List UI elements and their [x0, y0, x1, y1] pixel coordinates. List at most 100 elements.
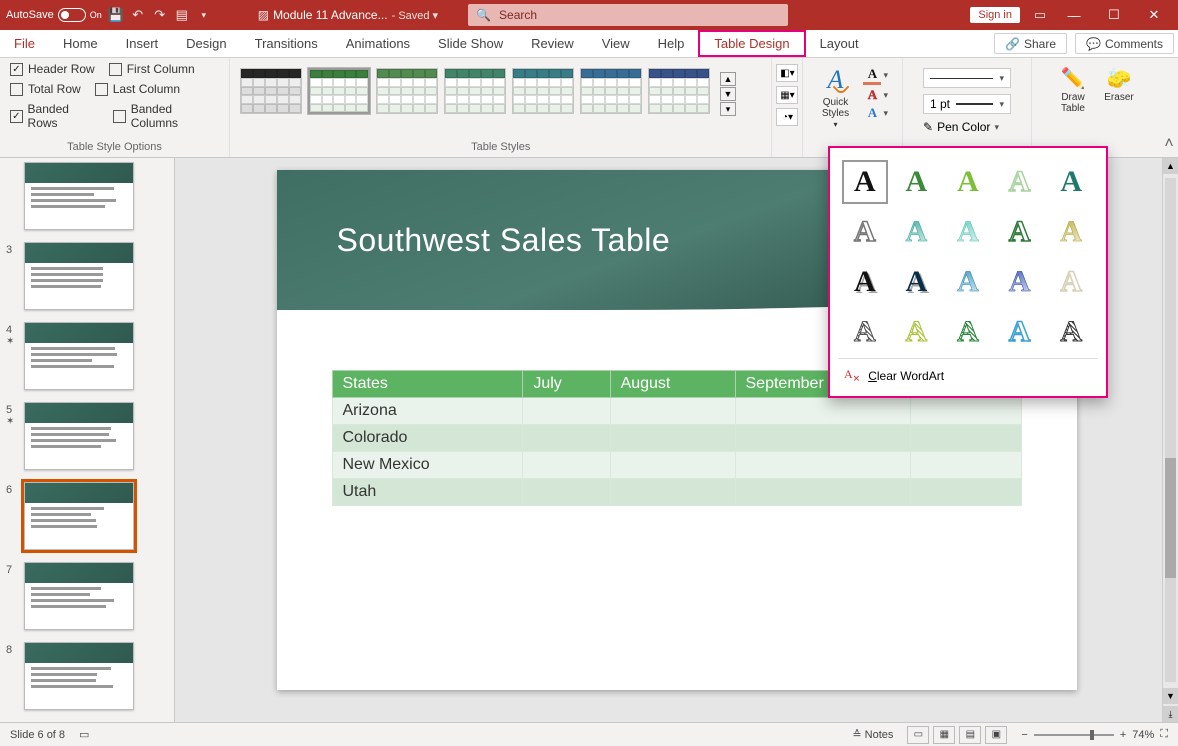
gallery-scroll[interactable]: ▲: [720, 72, 736, 86]
ribbon-display-icon[interactable]: ▭: [1032, 7, 1048, 23]
gallery-scroll[interactable]: ▾: [720, 102, 736, 116]
vertical-scrollbar[interactable]: ▲ ▼ ⤓: [1162, 158, 1178, 722]
quick-styles-button[interactable]: A Quick Styles ▾: [813, 62, 857, 129]
tab-animations[interactable]: Animations: [332, 30, 424, 57]
minimize-button[interactable]: —: [1060, 1, 1088, 29]
zoom-in-button[interactable]: +: [1120, 729, 1126, 741]
text-effects-button[interactable]: A▾: [863, 105, 888, 121]
wordart-style-14[interactable]: A: [1048, 260, 1094, 304]
chk-banded-rows[interactable]: ✓Banded Rows: [10, 102, 99, 130]
wordart-style-2[interactable]: A: [945, 160, 991, 204]
from-beginning-icon[interactable]: ▤: [174, 7, 190, 23]
wordart-style-7[interactable]: A: [945, 210, 991, 254]
wordart-style-0[interactable]: A: [842, 160, 888, 204]
tab-help[interactable]: Help: [644, 30, 699, 57]
slideshow-view-button[interactable]: ▣: [985, 726, 1007, 744]
table-style-5[interactable]: [580, 68, 642, 114]
tab-review[interactable]: Review: [517, 30, 588, 57]
slide-thumb-6[interactable]: [24, 482, 134, 550]
chk-banded-columns[interactable]: Banded Columns: [113, 102, 219, 130]
effects-button[interactable]: ◔▾: [776, 108, 798, 126]
clear-wordart-button[interactable]: A✕ Clear WordArt: [838, 358, 1098, 388]
slide-thumb-4[interactable]: [24, 322, 134, 390]
collapse-ribbon-button[interactable]: ˄: [1160, 58, 1178, 157]
chk-header-row[interactable]: ✓Header Row: [10, 62, 95, 76]
chk-last-column[interactable]: Last Column: [95, 82, 180, 96]
normal-view-button[interactable]: ▭: [907, 726, 929, 744]
wordart-style-15[interactable]: A: [842, 310, 888, 354]
tab-home[interactable]: Home: [49, 30, 112, 57]
fit-to-window-button[interactable]: ⛶: [1160, 728, 1168, 741]
wordart-style-3[interactable]: A: [997, 160, 1043, 204]
autosave-toggle[interactable]: AutoSave On: [6, 8, 102, 22]
zoom-out-button[interactable]: −: [1021, 729, 1027, 741]
wordart-style-13[interactable]: A: [997, 260, 1043, 304]
next-slide-icon[interactable]: ⤓: [1163, 706, 1178, 722]
slide-thumb-7[interactable]: [24, 562, 134, 630]
tab-file[interactable]: File: [0, 30, 49, 57]
table-row[interactable]: New Mexico: [332, 452, 1021, 479]
zoom-slider[interactable]: [1034, 734, 1114, 736]
tab-slideshow[interactable]: Slide Show: [424, 30, 517, 57]
borders-button[interactable]: ▦▾: [776, 86, 798, 104]
close-button[interactable]: ✕: [1140, 1, 1168, 29]
save-status[interactable]: - Saved ▾: [392, 9, 439, 22]
table-style-2[interactable]: [376, 68, 438, 114]
undo-icon[interactable]: ↶: [130, 7, 146, 23]
eraser-button[interactable]: 🧽Eraser: [1100, 68, 1138, 114]
scroll-up-icon[interactable]: ▲: [1163, 158, 1178, 174]
wordart-style-12[interactable]: A: [945, 260, 991, 304]
table-style-1[interactable]: [308, 68, 370, 114]
shading-button[interactable]: ◧▾: [776, 64, 798, 82]
slide-thumb-3[interactable]: [24, 242, 134, 310]
draw-table-button[interactable]: ✏️Draw Table: [1054, 68, 1092, 114]
redo-icon[interactable]: ↷: [152, 7, 168, 23]
chk-total-row[interactable]: Total Row: [10, 82, 81, 96]
text-fill-button[interactable]: A▾: [863, 66, 888, 85]
pen-style-select[interactable]: ▾: [923, 68, 1011, 88]
col-august[interactable]: August: [610, 371, 735, 398]
slide-thumb-8[interactable]: [24, 642, 134, 710]
wordart-style-17[interactable]: A: [945, 310, 991, 354]
zoom-level[interactable]: 74%: [1132, 729, 1154, 741]
slide-thumb-5[interactable]: [24, 402, 134, 470]
comments-button[interactable]: 💬Comments: [1075, 33, 1174, 54]
reading-view-button[interactable]: ▤: [959, 726, 981, 744]
wordart-style-19[interactable]: A: [1048, 310, 1094, 354]
tab-view[interactable]: View: [588, 30, 644, 57]
search-box[interactable]: 🔍 Search: [468, 4, 788, 26]
table-row[interactable]: Utah: [332, 479, 1021, 506]
wordart-style-4[interactable]: A: [1048, 160, 1094, 204]
sorter-view-button[interactable]: ▦: [933, 726, 955, 744]
table-style-6[interactable]: [648, 68, 710, 114]
wordart-style-1[interactable]: A: [894, 160, 940, 204]
scroll-down-icon[interactable]: ▼: [1163, 688, 1178, 704]
pen-weight-select[interactable]: 1 pt▾: [923, 94, 1011, 114]
text-outline-button[interactable]: A▾: [863, 87, 888, 103]
wordart-style-11[interactable]: A: [894, 260, 940, 304]
gallery-scroll[interactable]: ▼: [720, 87, 736, 101]
table-style-4[interactable]: [512, 68, 574, 114]
tab-design[interactable]: Design: [172, 30, 240, 57]
slide-thumbnails-panel[interactable]: 34✶5✶678: [0, 158, 175, 722]
col-july[interactable]: July: [523, 371, 610, 398]
wordart-style-5[interactable]: A: [842, 210, 888, 254]
chk-first-column[interactable]: First Column: [109, 62, 195, 76]
slide-title[interactable]: Southwest Sales Table: [337, 222, 671, 259]
customize-qat-icon[interactable]: ▾: [196, 7, 212, 23]
table-style-0[interactable]: [240, 68, 302, 114]
save-icon[interactable]: 💾: [108, 7, 124, 23]
signin-button[interactable]: Sign in: [970, 7, 1020, 23]
tab-table-design[interactable]: Table Design: [698, 30, 805, 57]
tab-insert[interactable]: Insert: [112, 30, 173, 57]
wordart-style-9[interactable]: A: [1048, 210, 1094, 254]
slide-thumb-0[interactable]: [24, 162, 134, 230]
accessibility-icon[interactable]: ▭: [79, 728, 89, 741]
wordart-style-6[interactable]: A: [894, 210, 940, 254]
table-style-3[interactable]: [444, 68, 506, 114]
col-states[interactable]: States: [332, 371, 523, 398]
table-styles-gallery[interactable]: ▲▼▾: [240, 62, 761, 116]
maximize-button[interactable]: ☐: [1100, 1, 1128, 29]
tab-layout[interactable]: Layout: [806, 30, 873, 57]
tab-transitions[interactable]: Transitions: [241, 30, 332, 57]
